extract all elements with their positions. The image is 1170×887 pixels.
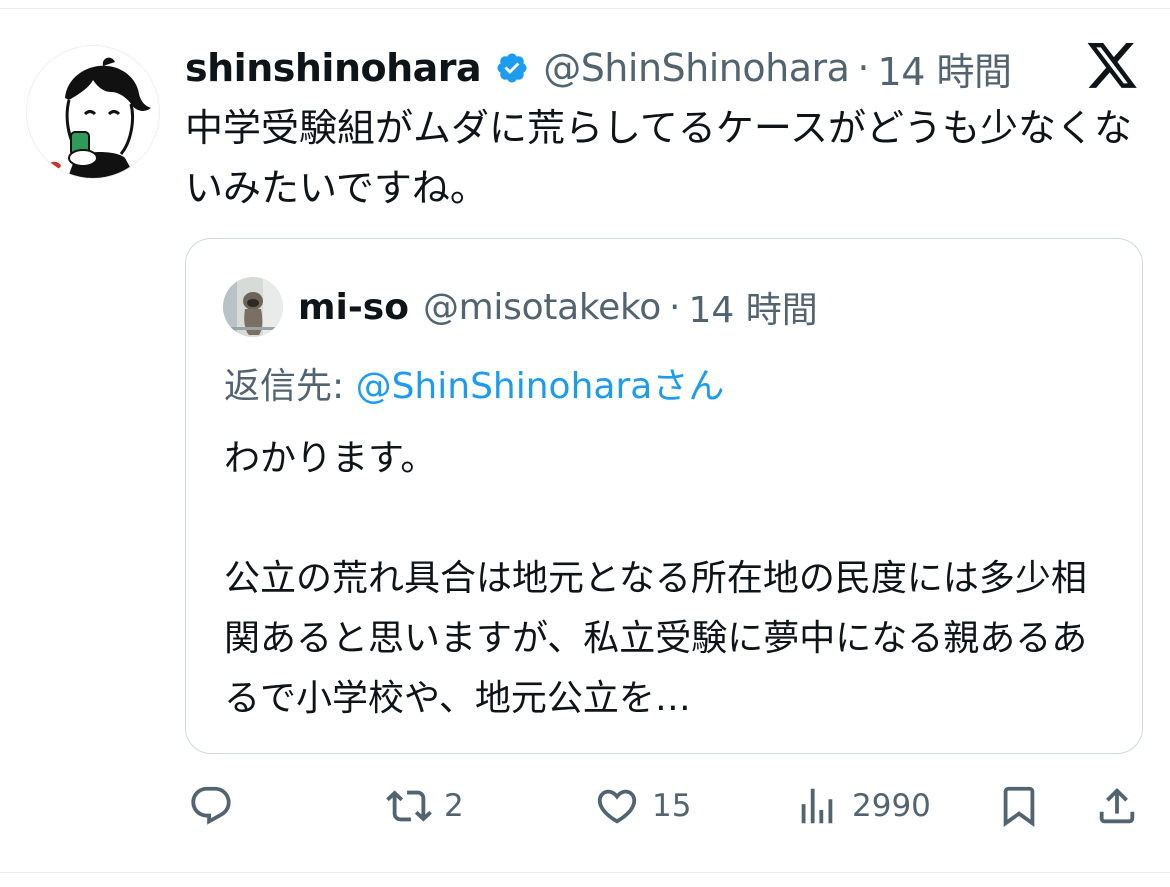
quoted-paragraph-2: 公立の荒れ具合は地元となる所在地の民度には多少相関あると思いますが、私立受験に夢…: [224, 558, 1088, 719]
bookmark-icon: [1003, 786, 1035, 827]
x-logo-icon[interactable]: [1087, 43, 1139, 90]
quoted-tweet-text: わかります。 公立の荒れ具合は地元となる所在地の民度には多少相関あると思いますが…: [224, 429, 1114, 729]
author-avatar[interactable]: [26, 45, 160, 179]
quoted-paragraph-1: わかります。: [224, 438, 437, 479]
reply-to-prefix: 返信先:: [224, 366, 356, 407]
retweet-button[interactable]: 2: [386, 778, 464, 834]
views-icon: [801, 788, 833, 824]
retweet-count: 2: [444, 788, 464, 824]
like-button[interactable]: 15: [594, 778, 691, 834]
reply-to-line: 返信先: @ShinShinoharaさん: [224, 357, 724, 409]
quoted-tweet-header: mi-so @misotakeko · 14 時間: [298, 279, 818, 335]
quoted-header-separator: ·: [668, 286, 681, 328]
tweet-header: shinshinohara @ShinShinohara · 14 時間: [185, 40, 1012, 96]
quoted-avatar-photo: [223, 277, 283, 337]
tweet-action-bar: 2 15 2990: [0, 778, 1170, 834]
bookmark-button[interactable]: [996, 778, 1042, 834]
reply-to-mention[interactable]: @ShinShinohara: [356, 366, 653, 407]
verified-badge-icon[interactable]: [495, 51, 529, 85]
share-button[interactable]: [1094, 778, 1140, 834]
header-separator: ·: [857, 46, 870, 90]
author-handle[interactable]: @ShinShinohara: [543, 46, 850, 90]
author-display-name[interactable]: shinshinohara: [185, 46, 482, 90]
top-divider: [0, 8, 1170, 9]
quoted-handle[interactable]: @misotakeko: [423, 287, 661, 328]
bottom-divider: [0, 872, 1170, 873]
author-avatar-illustration: [45, 57, 151, 178]
quoted-timestamp[interactable]: 14 時間: [688, 281, 817, 333]
reply-to-suffix: さん: [652, 366, 725, 407]
tweet-text: 中学受験組がムダに荒らしてるケースがどうも少なくないみたいですね。: [185, 106, 1132, 210]
retweet-icon: [386, 790, 432, 822]
quoted-author-avatar[interactable]: [223, 277, 283, 337]
quoted-display-name[interactable]: mi-so: [298, 287, 409, 328]
share-icon: [1099, 787, 1135, 824]
reply-button[interactable]: [188, 778, 246, 834]
heart-icon: [597, 789, 637, 824]
views-button[interactable]: 2990: [794, 778, 931, 834]
tweet-timestamp[interactable]: 14 時間: [878, 41, 1012, 96]
views-count: 2990: [852, 788, 931, 824]
quoted-tweet-card[interactable]: mi-so @misotakeko · 14 時間 返信先: @ShinShin…: [185, 238, 1143, 754]
reply-icon: [191, 786, 231, 825]
like-count: 15: [652, 788, 692, 824]
